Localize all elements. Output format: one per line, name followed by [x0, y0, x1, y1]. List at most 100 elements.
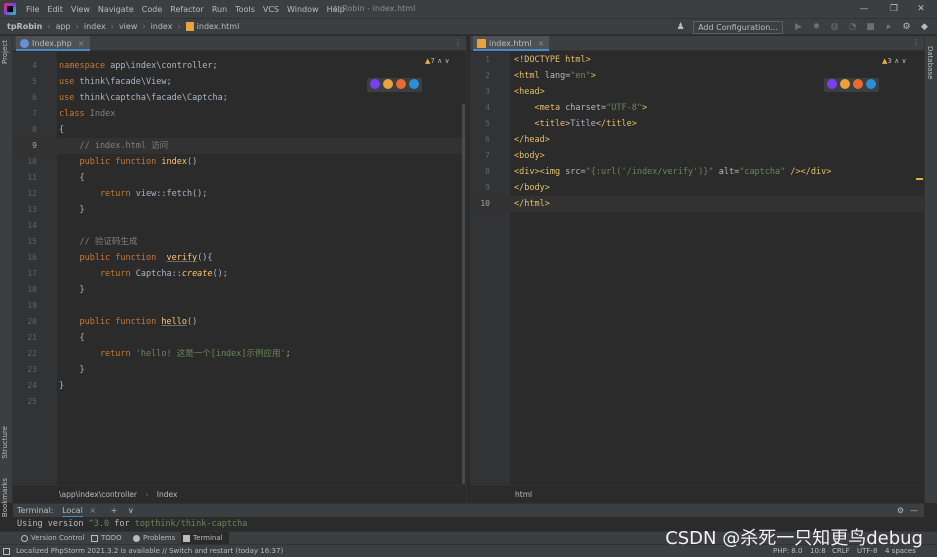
- code-line[interactable]: 14: [13, 218, 466, 234]
- close-terminal-tab-icon[interactable]: ×: [89, 506, 96, 515]
- menu-vcs[interactable]: VCS: [263, 5, 279, 14]
- code-line[interactable]: 12 return view::fetch();: [13, 186, 466, 202]
- close-tab-icon[interactable]: ×: [538, 39, 545, 48]
- code-line[interactable]: 16 public function verify(){: [13, 250, 466, 266]
- breadcrumb-index[interactable]: index: [84, 22, 106, 31]
- menu-edit[interactable]: Edit: [47, 5, 63, 14]
- code-line[interactable]: 22 return 'hello! 这是一个[index]示例应用';: [13, 346, 466, 362]
- code-line[interactable]: 21 {: [13, 330, 466, 346]
- jetbrains-icon[interactable]: ◆: [919, 22, 930, 33]
- tab-label: Problems: [143, 534, 176, 542]
- code-line[interactable]: 18 }: [13, 282, 466, 298]
- code-line[interactable]: 5 <title>Title</title>: [470, 116, 924, 132]
- hide-panel-icon[interactable]: —: [910, 504, 918, 518]
- menu-tools[interactable]: Tools: [235, 5, 255, 14]
- terminal-dropdown-icon[interactable]: ∨: [128, 506, 134, 515]
- minimize-icon[interactable]: —: [856, 2, 872, 16]
- terminal-settings-icon[interactable]: ⚙: [897, 504, 904, 518]
- code-text: <body>: [514, 148, 545, 164]
- right-code-editor[interactable]: 1 <!DOCTYPE html> 2 <html lang="en"> 3 <head>…: [470, 52, 924, 485]
- code-line[interactable]: 17 return Captcha::create();: [13, 266, 466, 282]
- search-icon[interactable]: ⌕: [883, 22, 894, 33]
- breadcrumb-app[interactable]: app: [56, 22, 71, 31]
- chrome-icon[interactable]: [383, 79, 393, 89]
- debug-icon[interactable]: ✹: [811, 22, 822, 33]
- code-line[interactable]: 8{: [13, 122, 466, 138]
- phpstorm-browser-icon[interactable]: [370, 79, 380, 89]
- code-line[interactable]: 23 }: [13, 362, 466, 378]
- add-configuration-button[interactable]: Add Configuration...: [693, 21, 783, 34]
- settings-icon[interactable]: ⚙: [901, 22, 912, 33]
- code-text: <head>: [514, 84, 545, 100]
- bookmarks-tool-button[interactable]: Bookmarks: [1, 478, 9, 517]
- code-line[interactable]: 19: [13, 298, 466, 314]
- code-line[interactable]: 4 <meta charset="UTF-8">: [470, 100, 924, 116]
- code-line[interactable]: 7 class Index: [13, 106, 466, 122]
- menu-window[interactable]: Window: [287, 5, 319, 14]
- editor-splitter[interactable]: [466, 36, 469, 503]
- menu-view[interactable]: View: [71, 5, 90, 14]
- code-line[interactable]: 25: [13, 394, 466, 410]
- more-tabs-icon[interactable]: ⋮: [454, 38, 462, 47]
- close-icon[interactable]: ✕: [913, 2, 929, 16]
- coverage-icon[interactable]: ◍: [829, 22, 840, 33]
- line-number: 4: [32, 61, 37, 70]
- code-line[interactable]: 13 }: [13, 202, 466, 218]
- menu-code[interactable]: Code: [142, 5, 162, 14]
- code-line[interactable]: 24}: [13, 378, 466, 394]
- code-line[interactable]: 10 </html>: [470, 196, 924, 212]
- edge-icon[interactable]: [409, 79, 419, 89]
- edge-icon[interactable]: [866, 79, 876, 89]
- close-tab-icon[interactable]: ×: [78, 39, 85, 48]
- breadcrumb-project[interactable]: tpRobin: [7, 22, 42, 31]
- code-line[interactable]: 11 {: [13, 170, 466, 186]
- more-tabs-icon[interactable]: ⋮: [912, 38, 920, 47]
- chrome-icon[interactable]: [840, 79, 850, 89]
- code-line[interactable]: 9 </body>: [470, 180, 924, 196]
- code-line[interactable]: 6 </head>: [470, 132, 924, 148]
- firefox-icon[interactable]: [396, 79, 406, 89]
- breadcrumb-file[interactable]: index.html: [197, 22, 240, 31]
- user-icon[interactable]: ♟: [675, 22, 686, 33]
- menu-navigate[interactable]: Navigate: [98, 5, 134, 14]
- code-line[interactable]: 6 use think\captcha\facade\Captcha;: [13, 90, 466, 106]
- run-icon[interactable]: ▶: [793, 22, 804, 33]
- structure-tool-button[interactable]: Structure: [1, 426, 9, 459]
- code-line[interactable]: 7 <body>: [470, 148, 924, 164]
- code-line[interactable]: 15 // 验证码生成: [13, 234, 466, 250]
- status-message[interactable]: Localized PhpStorm 2021.3.2 is available…: [16, 545, 283, 557]
- code-line[interactable]: 1 <!DOCTYPE html>: [470, 52, 924, 68]
- menu-run[interactable]: Run: [212, 5, 227, 14]
- tab-index-php[interactable]: Index.php ×: [16, 36, 90, 51]
- menu-file[interactable]: File: [26, 5, 39, 14]
- code-line[interactable]: 8 <div><img src="{:url('/index/verify')}"…: [470, 164, 924, 180]
- code-line[interactable]: 10 public function index(): [13, 154, 466, 170]
- phpstorm-browser-icon[interactable]: [827, 79, 837, 89]
- inspection-widget[interactable]: ▲3 ∧ ∨: [882, 57, 907, 65]
- firefox-icon[interactable]: [853, 79, 863, 89]
- footer-namespace[interactable]: \app\index\controller: [59, 490, 137, 499]
- restore-icon[interactable]: ❐: [886, 2, 902, 16]
- footer-class[interactable]: Index: [157, 490, 178, 499]
- code-line[interactable]: 4 namespace app\index\controller;: [13, 58, 466, 74]
- database-tool-button[interactable]: Database: [926, 46, 934, 79]
- code-line[interactable]: 9 // index.html 访问: [13, 138, 466, 154]
- editor-scrollbar[interactable]: [462, 104, 465, 484]
- breadcrumb-index-folder[interactable]: index: [151, 22, 173, 31]
- toggle-panels-icon[interactable]: [3, 548, 10, 555]
- chevron-down-icon[interactable]: ∨: [444, 57, 449, 65]
- profile-icon[interactable]: ◔: [847, 22, 858, 33]
- chevron-down-icon[interactable]: ∨: [901, 57, 906, 65]
- tab-index-html[interactable]: index.html ×: [473, 36, 550, 51]
- new-terminal-icon[interactable]: +: [111, 506, 118, 515]
- menu-refactor[interactable]: Refactor: [170, 5, 204, 14]
- line-number: 12: [27, 189, 37, 198]
- stop-icon[interactable]: ■: [865, 22, 876, 33]
- code-line[interactable]: 20 public function hello(): [13, 314, 466, 330]
- footer-tag[interactable]: html: [515, 490, 532, 499]
- warning-stripe-marker[interactable]: [916, 178, 923, 180]
- breadcrumb-view[interactable]: view: [119, 22, 137, 31]
- project-tool-button[interactable]: Project: [1, 40, 9, 64]
- inspection-widget[interactable]: ▲7 ∧ ∨: [425, 57, 450, 65]
- left-code-editor[interactable]: 4 namespace app\index\controller; 5 use thi…: [13, 52, 466, 485]
